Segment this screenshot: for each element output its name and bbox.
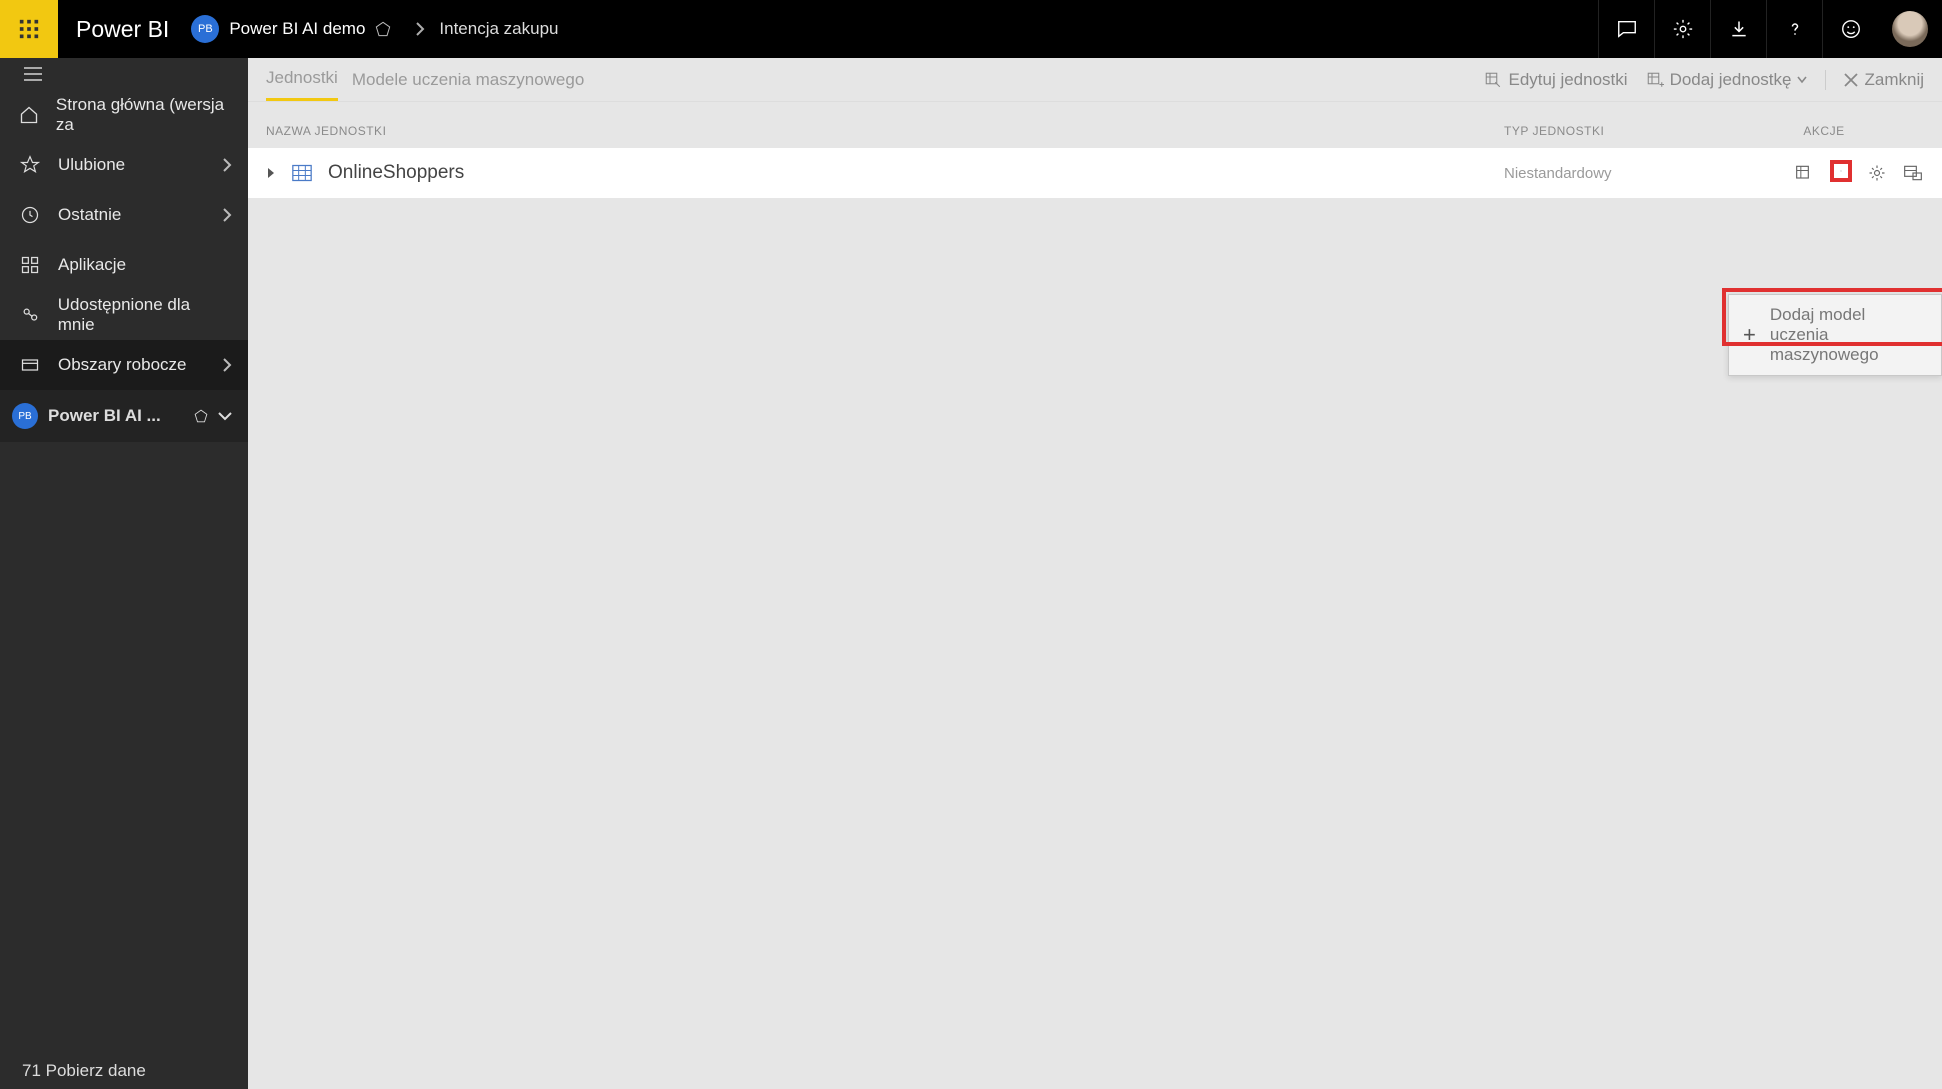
refresh-action-button[interactable] xyxy=(1794,162,1816,184)
user-avatar[interactable] xyxy=(1892,11,1928,47)
sidebar-item-label: Obszary robocze xyxy=(58,355,187,375)
left-sidebar: Strona główna (wersja za Ulubione Ostatn… xyxy=(0,58,248,1089)
settings-action-button[interactable] xyxy=(1866,162,1888,184)
help-icon xyxy=(1785,19,1805,39)
entity-row[interactable]: OnlineShoppers Niestandardowy xyxy=(248,148,1942,198)
sidebar-item-shared[interactable]: Udostępnione dla mnie xyxy=(0,290,248,340)
ml-action-button[interactable] xyxy=(1830,160,1852,182)
app-launcher-button[interactable] xyxy=(0,0,58,58)
chevron-right-icon xyxy=(415,22,425,36)
gear-icon xyxy=(1672,18,1694,40)
edit-entities-button[interactable]: Edytuj jednostki xyxy=(1484,70,1627,90)
add-entity-label: Dodaj jednostkę xyxy=(1670,70,1792,90)
table-icon xyxy=(292,164,314,182)
sidebar-item-favorites[interactable]: Ulubione xyxy=(0,140,248,190)
premium-diamond-icon xyxy=(194,409,208,423)
edit-entities-label: Edytuj jednostki xyxy=(1508,70,1627,90)
sidebar-item-apps[interactable]: Aplikacje xyxy=(0,240,248,290)
breadcrumb-workspace[interactable]: Power BI AI demo xyxy=(229,19,365,39)
tab-ml-models[interactable]: Modele uczenia maszynowego xyxy=(352,60,584,100)
workspace-badge-small: PB xyxy=(12,403,38,429)
sidebar-item-label: Ostatnie xyxy=(58,205,121,225)
expand-row-button[interactable] xyxy=(266,167,286,179)
column-name-header: NAZWA JEDNOSTKI xyxy=(266,124,1504,138)
tab-entities[interactable]: Jednostki xyxy=(266,58,338,101)
download-button[interactable] xyxy=(1710,0,1766,58)
delete-action-button[interactable] xyxy=(1902,162,1924,184)
divider xyxy=(1825,70,1826,90)
top-bar: Power BI PB Power BI AI demo Intencja za… xyxy=(0,0,1942,58)
table-refresh-icon xyxy=(1795,163,1815,183)
column-type-header: TYP JEDNOSTKI xyxy=(1504,124,1724,138)
sidebar-item-workspaces[interactable]: Obszary robocze xyxy=(0,340,248,390)
collapse-sidebar-button[interactable] xyxy=(0,58,248,90)
close-button[interactable]: Zamknij xyxy=(1844,70,1924,90)
workspace-badge: PB xyxy=(191,15,219,43)
download-icon xyxy=(1729,19,1749,39)
sidebar-item-recent[interactable]: Ostatnie xyxy=(0,190,248,240)
waffle-icon xyxy=(18,18,40,40)
get-data-link[interactable]: 71 Pobierz dane xyxy=(22,1061,146,1081)
add-ml-model-label: Dodaj model uczenia maszynowego xyxy=(1770,305,1927,365)
add-entity-button[interactable]: Dodaj jednostkę xyxy=(1646,70,1808,90)
triangle-right-icon xyxy=(266,167,276,179)
tab-bar: Jednostki Modele uczenia maszynowego Edy… xyxy=(248,58,1942,102)
current-workspace-name: Power BI AI ... xyxy=(48,406,184,426)
entity-type: Niestandardowy xyxy=(1504,165,1724,182)
app-title: Power BI xyxy=(58,16,191,43)
table-columns-header: NAZWA JEDNOSTKI TYP JEDNOSTKI AKCJE xyxy=(248,102,1942,148)
help-button[interactable] xyxy=(1766,0,1822,58)
sidebar-item-label: Aplikacje xyxy=(58,255,126,275)
sidebar-item-label: Ulubione xyxy=(58,155,125,175)
home-icon xyxy=(18,105,40,125)
sidebar-item-label: Udostępnione dla mnie xyxy=(58,295,230,335)
share-icon xyxy=(18,305,42,325)
chevron-right-icon xyxy=(222,208,232,222)
current-workspace-row[interactable]: PB Power BI AI ... xyxy=(0,390,248,442)
premium-diamond-icon xyxy=(375,21,391,37)
brain-icon xyxy=(1840,161,1842,181)
entity-name: OnlineShoppers xyxy=(328,162,1504,184)
add-ml-model-menu-item[interactable]: + Dodaj model uczenia maszynowego xyxy=(1728,294,1942,376)
feedback-button[interactable] xyxy=(1598,0,1654,58)
star-icon xyxy=(18,155,42,175)
main-content: Jednostki Modele uczenia maszynowego Edy… xyxy=(248,58,1942,1089)
gear-icon xyxy=(1867,163,1887,183)
workspace-icon xyxy=(18,355,42,375)
sidebar-item-label: Strona główna (wersja za xyxy=(56,95,230,135)
smiley-icon xyxy=(1840,18,1862,40)
add-table-icon xyxy=(1646,71,1664,89)
breadcrumb-page: Intencja zakupu xyxy=(439,19,558,39)
clock-icon xyxy=(18,205,42,225)
plus-icon: + xyxy=(1743,322,1756,348)
settings-button[interactable] xyxy=(1654,0,1710,58)
chat-icon xyxy=(1616,18,1638,40)
chevron-down-icon xyxy=(218,411,232,421)
close-label: Zamknij xyxy=(1864,70,1924,90)
smiley-button[interactable] xyxy=(1822,0,1878,58)
sidebar-item-home[interactable]: Strona główna (wersja za xyxy=(0,90,248,140)
entity-actions xyxy=(1724,162,1924,184)
edit-table-icon xyxy=(1484,71,1502,89)
chevron-right-icon xyxy=(222,158,232,172)
chevron-right-icon xyxy=(222,358,232,372)
table-link-icon xyxy=(1903,163,1923,183)
hamburger-icon xyxy=(24,67,42,81)
chevron-down-icon xyxy=(1797,76,1807,84)
apps-icon xyxy=(18,255,42,275)
close-icon xyxy=(1844,73,1858,87)
column-actions-header: AKCJE xyxy=(1724,124,1924,138)
